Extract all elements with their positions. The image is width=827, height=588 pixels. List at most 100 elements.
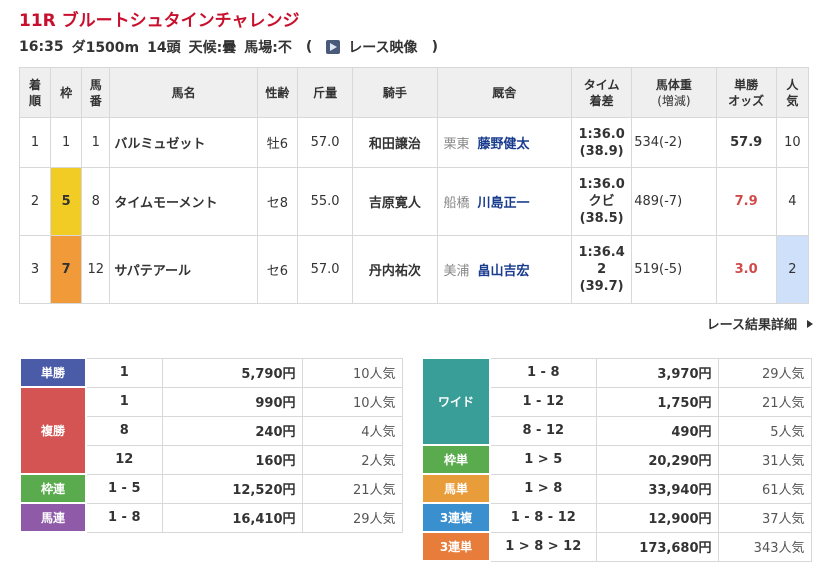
payout-table-left: 単勝 1 5,790円 10人気 複勝 1 990円 10人気 8 240円 4… xyxy=(19,357,403,533)
kinryo: 57.0 xyxy=(296,117,354,168)
payout-popularity: 10人気 xyxy=(301,386,403,417)
payout-combo: 1 xyxy=(85,386,163,417)
popularity: 4 xyxy=(775,167,810,236)
payout-combo: 1 - 5 xyxy=(85,473,163,504)
jockey-link[interactable]: 丹内祐次 xyxy=(352,235,438,304)
payout-label-umatan: 馬単 xyxy=(421,473,491,504)
kinryo: 55.0 xyxy=(296,167,354,236)
payout-popularity: 5人気 xyxy=(717,415,812,446)
weight: 534(-2) xyxy=(631,117,717,168)
payout-amount: 3,970円 xyxy=(595,357,719,388)
payout-popularity: 37人気 xyxy=(717,502,812,533)
payout-row: 複勝 1 990円 10人気 xyxy=(19,386,403,475)
payout-amount: 240円 xyxy=(161,415,303,446)
jockey-link[interactable]: 吉原寛人 xyxy=(352,167,438,236)
sexage: セ6 xyxy=(256,235,299,304)
payout-amount: 160円 xyxy=(161,444,303,475)
horse-name-link[interactable]: サパテアール xyxy=(109,235,258,304)
rank: 3 xyxy=(18,235,52,304)
payout-popularity: 10人気 xyxy=(301,357,403,388)
time-cell: 1:36.0 クビ (38.5) xyxy=(571,167,633,236)
trainer-link[interactable]: 藤野健太 xyxy=(478,137,530,152)
payout-label-sanrenpuku: 3連複 xyxy=(421,502,491,533)
payout-label-sanrentan: 3連単 xyxy=(421,531,491,562)
kinryo: 57.0 xyxy=(296,235,354,304)
payout-row: 単勝 1 5,790円 10人気 xyxy=(19,357,403,388)
waku: 7 xyxy=(50,235,83,304)
payout-combo: 1 - 8 xyxy=(85,502,163,533)
race-course: ダ1500m xyxy=(71,40,140,56)
trainer-cell: 美浦 畠山吉宏 xyxy=(436,235,573,304)
payout-popularity: 343人気 xyxy=(717,531,812,562)
payout-row: 馬単 1 > 8 33,940円 61人気 xyxy=(421,473,812,504)
horse-name-link[interactable]: バルミュゼット xyxy=(109,117,258,168)
payout-row: 枠連 1 - 5 12,520円 21人気 xyxy=(19,473,403,504)
payout-popularity: 2人気 xyxy=(301,444,403,475)
payout-row: 枠単 1 > 5 20,290円 31人気 xyxy=(421,444,812,475)
header-horse: 馬名 xyxy=(109,67,258,118)
video-open-paren: ( xyxy=(305,39,313,55)
payout-popularity: 21人気 xyxy=(717,386,812,417)
popularity: 10 xyxy=(775,117,810,168)
payout-label-wakutan: 枠単 xyxy=(421,444,491,475)
time-cell: 1:36.4 2 (39.7) xyxy=(571,235,633,304)
jockey-link[interactable]: 和田譲治 xyxy=(352,117,438,168)
payout-label-wakuren: 枠連 xyxy=(19,473,87,504)
header-trainer: 厩舎 xyxy=(436,67,573,118)
race-detail-link[interactable]: レース結果詳細 xyxy=(707,314,813,333)
odds: 57.9 xyxy=(715,117,777,168)
payout-popularity: 29人気 xyxy=(301,502,403,533)
trainer-region: 美浦 xyxy=(443,264,470,279)
umaban: 8 xyxy=(81,167,111,236)
payout-label-tansho: 単勝 xyxy=(19,357,87,388)
payout-combo: 1 > 8 > 12 xyxy=(489,531,597,562)
payout-combo: 1 - 12 xyxy=(489,386,597,417)
popularity: 2 xyxy=(775,235,810,304)
trainer-link[interactable]: 川島正一 xyxy=(478,196,530,211)
payout-popularity: 61人気 xyxy=(717,473,812,504)
video-label[interactable]: レース映像 xyxy=(348,37,417,57)
horse-name-link[interactable]: タイムモーメント xyxy=(109,167,258,236)
payout-amount: 12,520円 xyxy=(161,473,303,504)
header-sexage: 性齢 xyxy=(256,67,299,118)
race-detail-label[interactable]: レース結果詳細 xyxy=(707,314,797,333)
payout-popularity: 31人気 xyxy=(717,444,812,475)
payout-combo: 1 > 5 xyxy=(489,444,597,475)
payout-amount: 490円 xyxy=(595,415,719,446)
weight: 489(-7) xyxy=(631,167,717,236)
payout-popularity: 21人気 xyxy=(301,473,403,504)
table-row: 1 1 1 バルミュゼット 牡6 57.0 和田譲治 栗東 藤野健太 1:36.0… xyxy=(18,117,810,168)
waku: 5 xyxy=(50,167,83,236)
payout-amount: 20,290円 xyxy=(595,444,719,475)
payout-combo: 8 - 12 xyxy=(489,415,597,446)
payout-label-wide: ワイド xyxy=(421,357,491,446)
chevron-right-icon xyxy=(807,319,813,328)
payout-row: ワイド 1 - 8 3,970円 29人気 xyxy=(421,357,812,446)
results-header-row: 着順 枠 馬番 馬名 性齢 斤量 騎手 厩舎 タイム 着差 馬体重 (増減) 単勝オ… xyxy=(18,67,810,118)
trainer-cell: 栗東 藤野健太 xyxy=(436,117,573,168)
video-close-paren: ) xyxy=(431,39,438,55)
rank: 1 xyxy=(18,117,52,168)
time-cell: 1:36.0 (38.9) xyxy=(571,117,633,168)
trainer-link[interactable]: 畠山吉宏 xyxy=(478,264,530,279)
odds: 7.9 xyxy=(715,167,777,236)
payout-row: 3連複 1 - 8 - 12 12,900円 37人気 xyxy=(421,502,812,533)
payout-popularity: 29人気 xyxy=(717,357,812,388)
payout-amount: 16,410円 xyxy=(161,502,303,533)
payout-combo: 12 xyxy=(85,444,163,475)
payout-combo: 8 xyxy=(85,415,163,446)
race-track: 馬場:不 xyxy=(244,40,292,56)
odds: 3.0 xyxy=(715,235,777,304)
header-waku: 枠 xyxy=(50,67,83,118)
trainer-region: 船橋 xyxy=(443,196,470,211)
umaban: 12 xyxy=(81,235,111,304)
race-video-link[interactable]: ( レース映像 ) xyxy=(306,37,446,57)
header-kinryo: 斤量 xyxy=(296,67,354,118)
payout-row: 馬連 1 - 8 16,410円 29人気 xyxy=(19,502,403,533)
rank: 2 xyxy=(18,167,52,236)
weight: 519(-5) xyxy=(631,235,717,304)
payout-amount: 990円 xyxy=(161,386,303,417)
payout-combo: 1 - 8 - 12 xyxy=(489,502,597,533)
payout-label-umaren: 馬連 xyxy=(19,502,87,533)
table-row: 3 7 12 サパテアール セ6 57.0 丹内祐次 美浦 畠山吉宏 1:36.4… xyxy=(18,235,810,304)
